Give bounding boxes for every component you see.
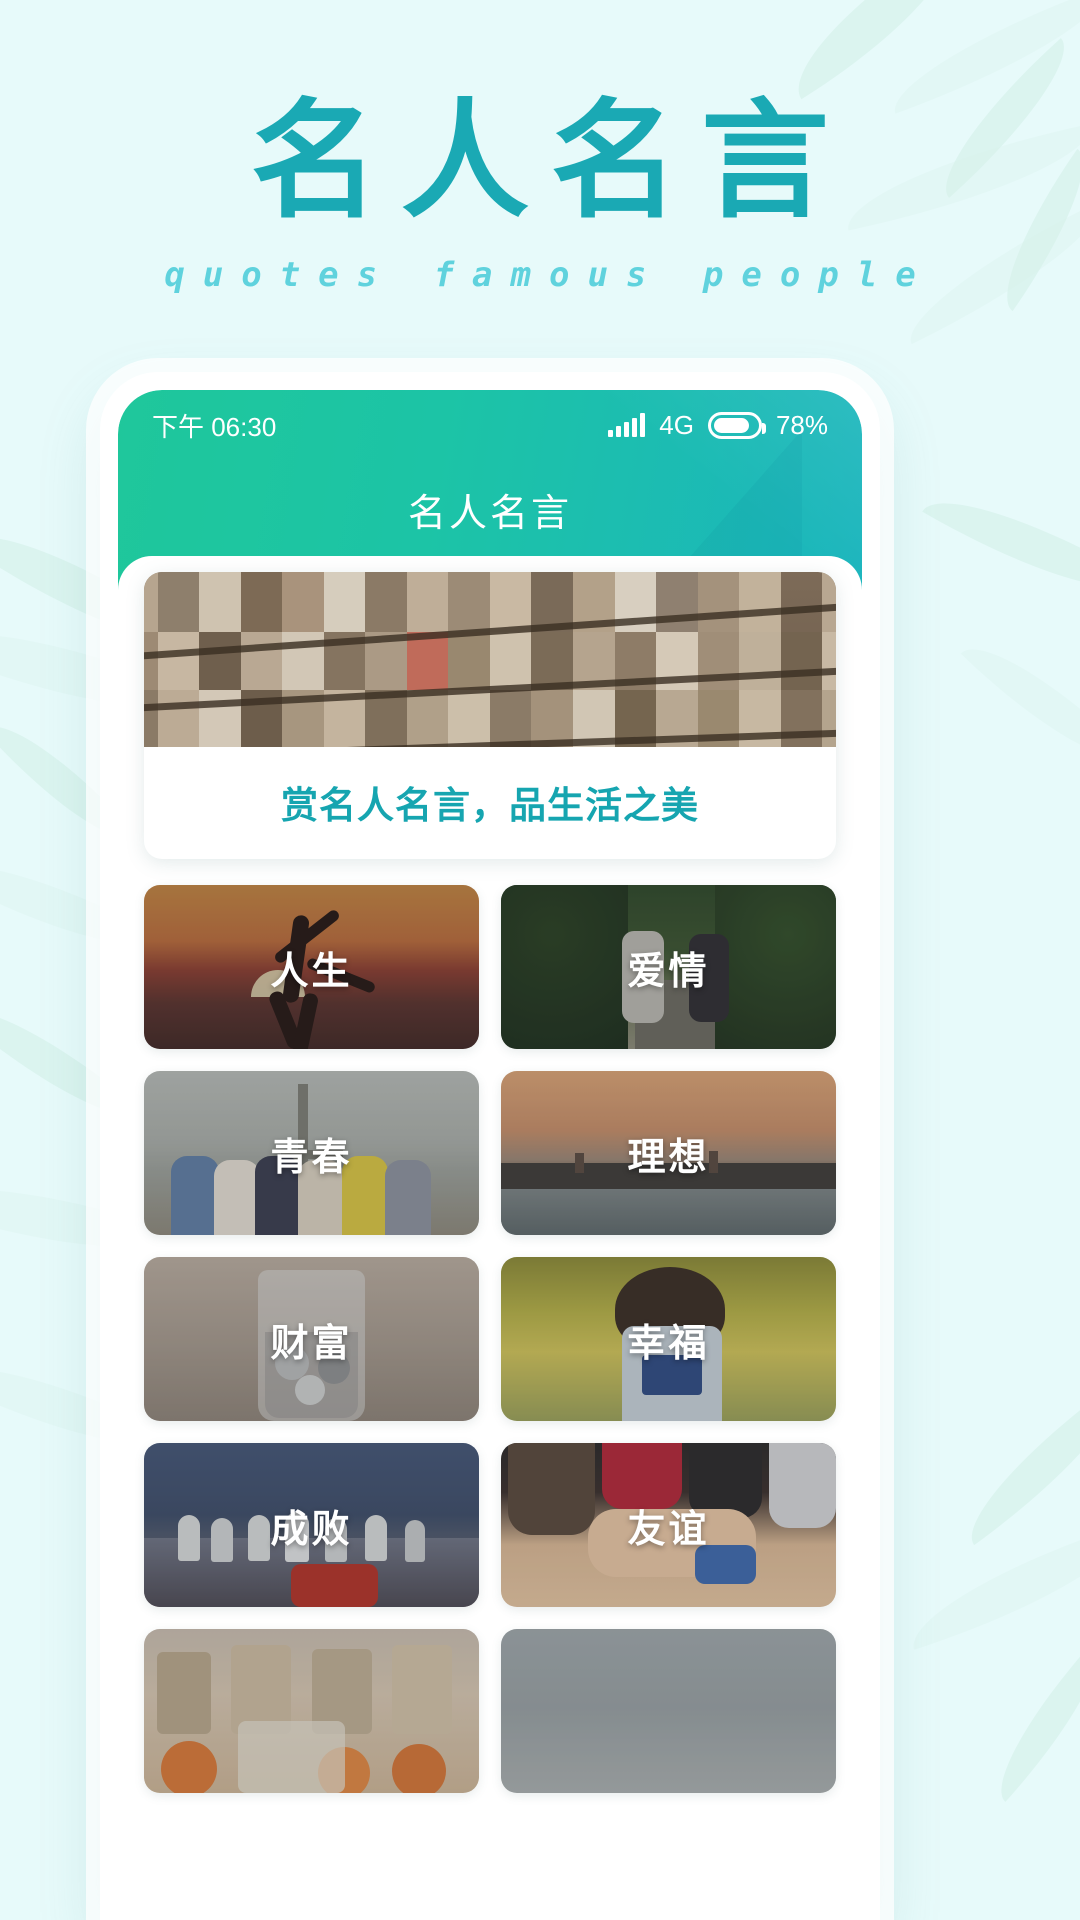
- banner-image: [144, 572, 836, 747]
- category-tile-happiness[interactable]: 幸福: [501, 1257, 836, 1421]
- category-tile-partial-right[interactable]: [501, 1629, 836, 1793]
- phone-screen: 下午 06:30 4G 78% 名人名言 赏名人名言，品生活之美 人生 爱情 青…: [118, 390, 862, 1920]
- phone-mockup: 下午 06:30 4G 78% 名人名言 赏名人名言，品生活之美 人生 爱情 青…: [100, 372, 880, 1920]
- status-bar: 下午 06:30 4G 78%: [118, 390, 862, 446]
- category-tile-label: 青春: [270, 1136, 353, 1179]
- status-bar-left: 下午 06:30: [152, 407, 276, 444]
- category-tile-label: 财富: [270, 1322, 353, 1365]
- category-grid: 人生 爱情 青春 理想 财富 幸福 成败 友谊: [144, 885, 836, 1793]
- category-tile-label: 友谊: [627, 1508, 710, 1551]
- category-tile-label: 人生: [270, 950, 353, 993]
- category-tile-label: [501, 1629, 836, 1793]
- page-title: 名人名言: [250, 87, 851, 236]
- content-sheet: 赏名人名言，品生活之美 人生 爱情 青春 理想 财富 幸福 成败 友谊: [118, 556, 862, 1920]
- category-tile-label: 爱情: [627, 950, 710, 993]
- category-tile-success-failure[interactable]: 成败: [144, 1443, 479, 1607]
- category-tile-partial-left[interactable]: [144, 1629, 479, 1793]
- category-tile-label: [144, 1629, 479, 1793]
- hero-section: 名人名言 quotes famous people: [0, 0, 1080, 380]
- category-tile-ideal[interactable]: 理想: [501, 1071, 836, 1235]
- category-tile-label: 成败: [270, 1508, 353, 1551]
- banner-caption: 赏名人名言，品生活之美: [281, 785, 699, 826]
- category-tile-label: 理想: [627, 1136, 710, 1179]
- status-battery-percent: 78%: [775, 409, 828, 440]
- category-tile-love[interactable]: 爱情: [501, 885, 836, 1049]
- app-title: 名人名言: [407, 493, 572, 535]
- status-network: 4G: [659, 409, 694, 440]
- page-subtitle: quotes famous people: [164, 255, 934, 295]
- banner-card[interactable]: 赏名人名言，品生活之美: [144, 572, 836, 859]
- category-tile-youth[interactable]: 青春: [144, 1071, 479, 1235]
- category-tile-wealth[interactable]: 财富: [144, 1257, 479, 1421]
- status-time: 下午 06:30: [152, 411, 277, 442]
- battery-icon: [707, 411, 766, 439]
- status-bar-right: 4G 78%: [608, 410, 828, 441]
- category-tile-friendship[interactable]: 友谊: [501, 1443, 836, 1607]
- category-tile-life[interactable]: 人生: [144, 885, 479, 1049]
- signal-bars-icon: [608, 413, 646, 437]
- category-tile-label: 幸福: [627, 1322, 710, 1365]
